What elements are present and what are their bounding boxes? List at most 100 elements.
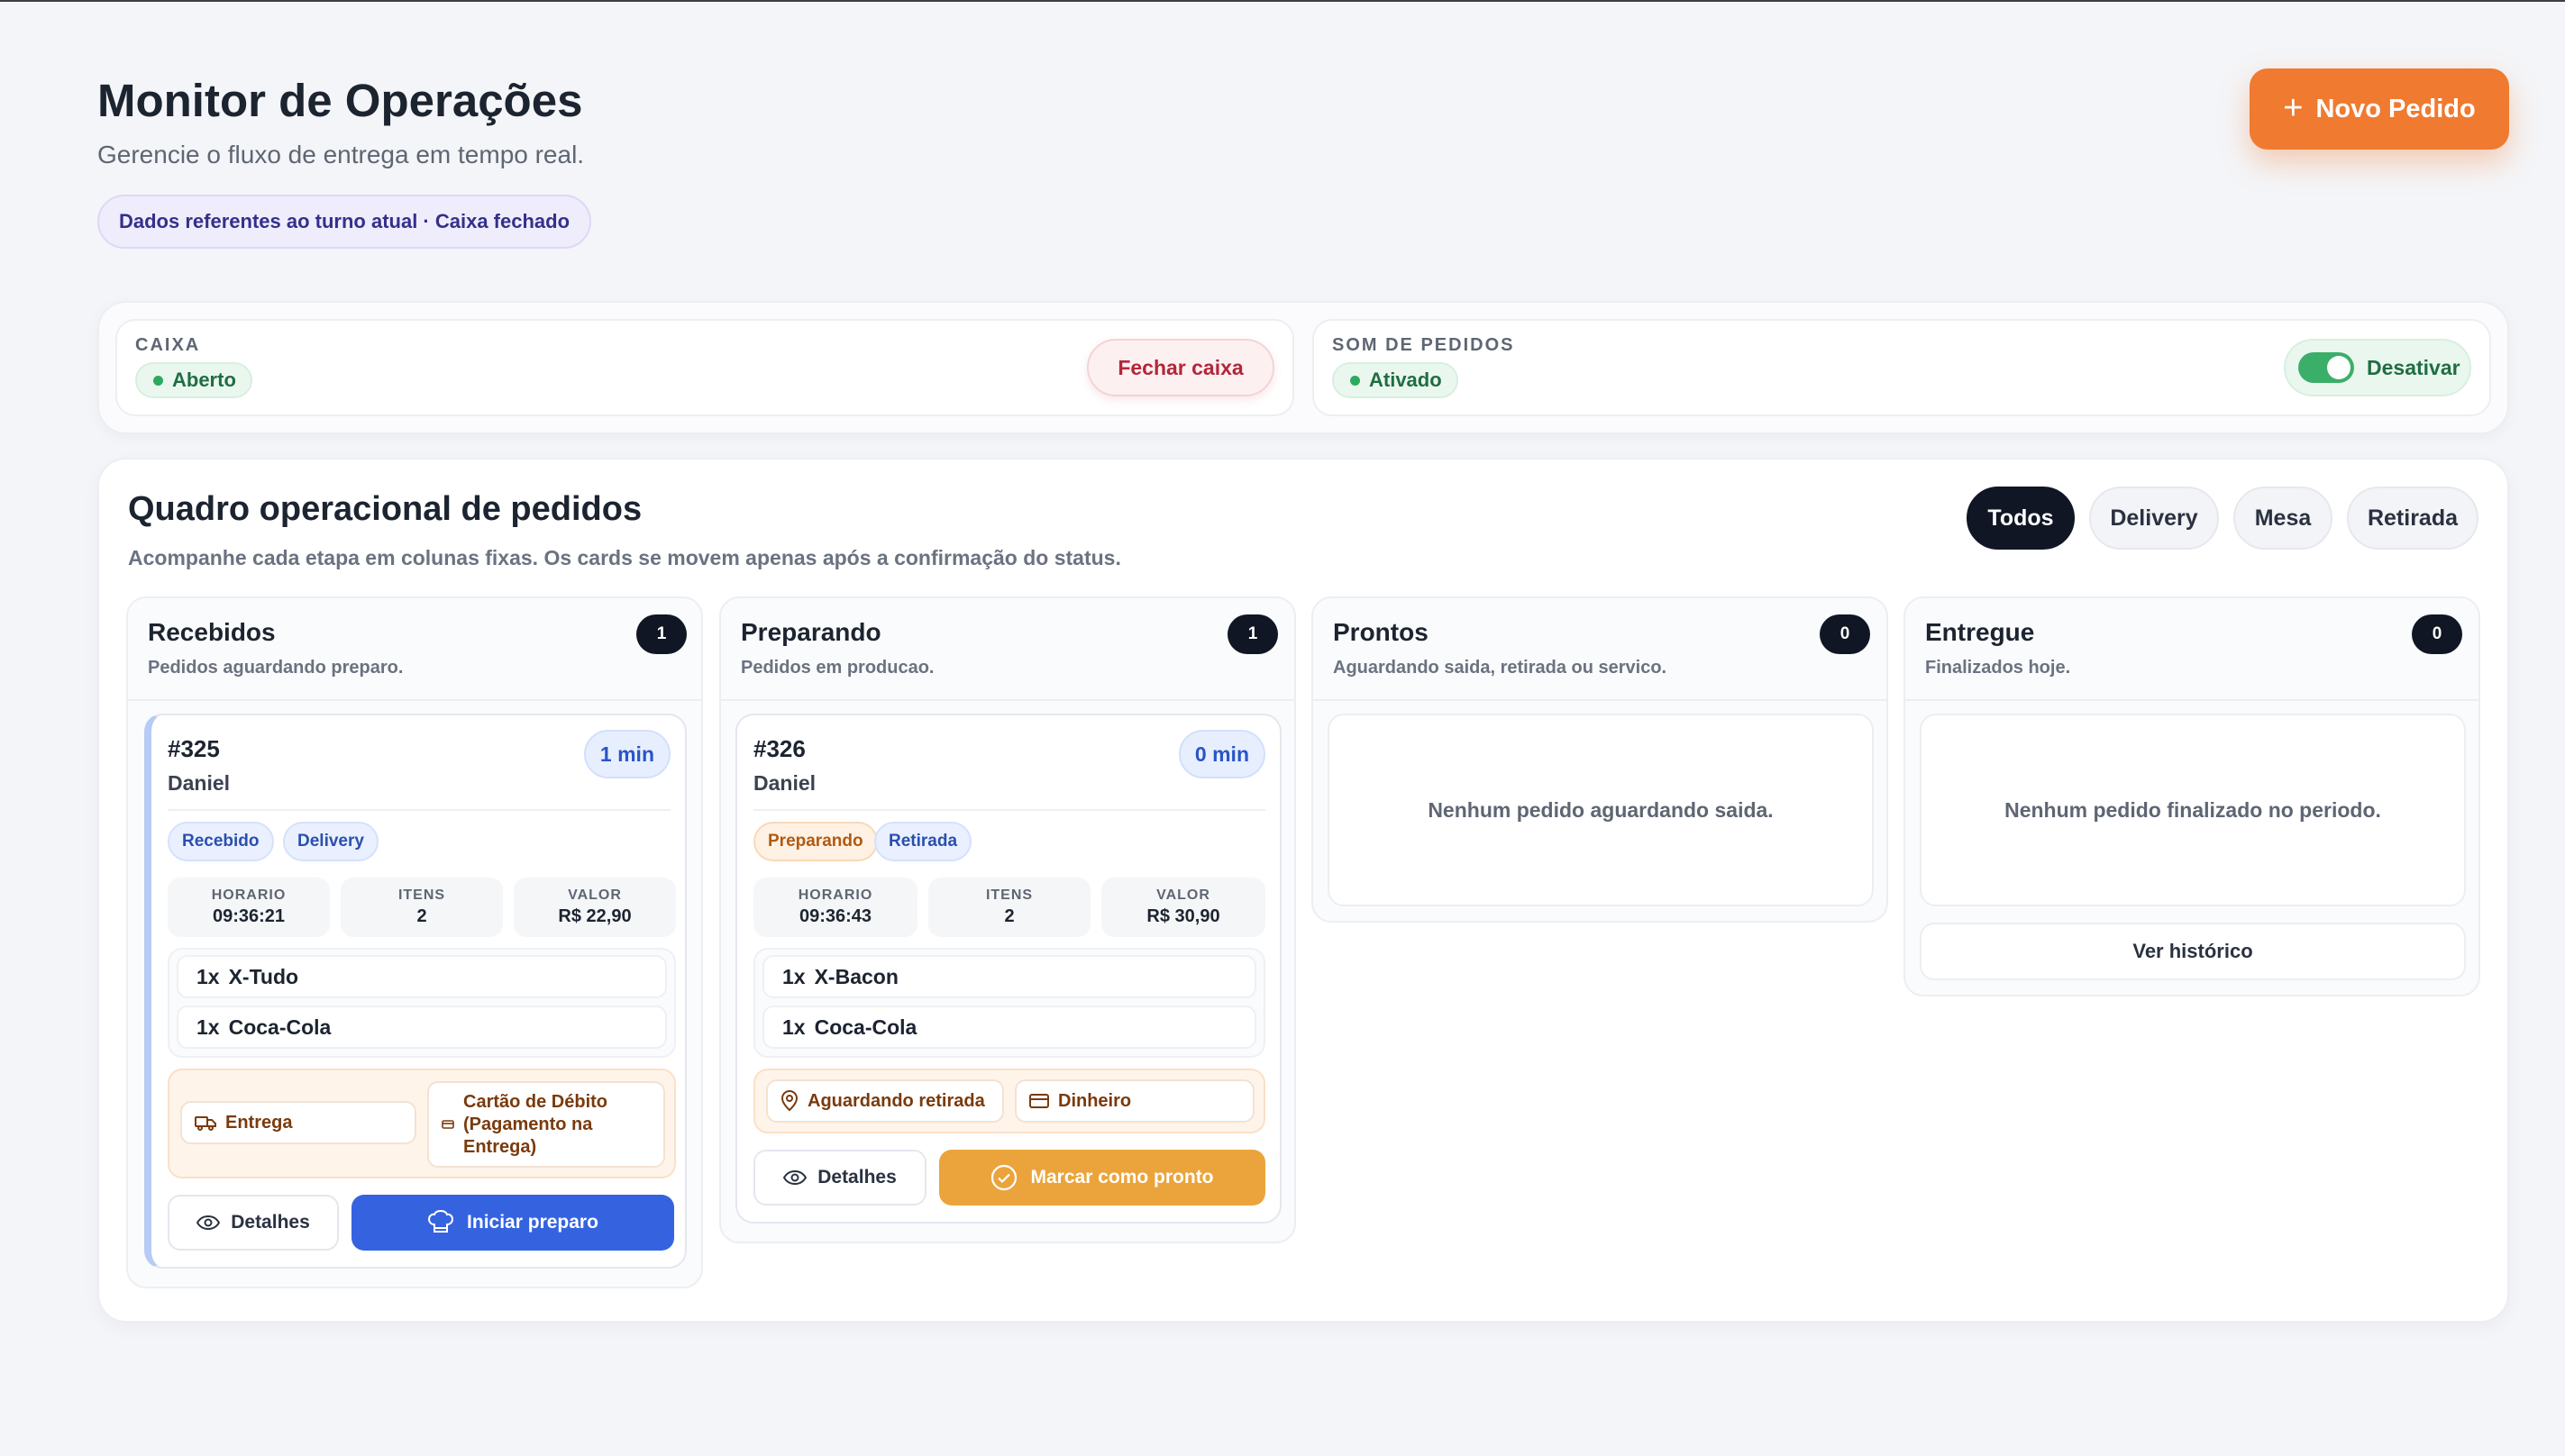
status-tag: Preparando	[753, 822, 878, 861]
item-name: X-Bacon	[814, 964, 899, 988]
empty-state: Nenhum pedido finalizado no periodo.	[1920, 714, 2466, 906]
cash-label: CAIXA	[135, 335, 201, 355]
column-count-badge: 1	[1228, 614, 1278, 654]
payment-info-chip: Cartão de Débito (Pagamento na Entrega)	[427, 1081, 665, 1168]
truck-icon	[195, 1114, 216, 1132]
payment-info-text: Dinheiro	[1058, 1090, 1132, 1111]
column-subtitle: Pedidos em producao.	[741, 658, 935, 678]
sound-toggle-label: Desativar	[2367, 355, 2460, 379]
plus-icon: +	[2283, 88, 2304, 127]
metric-value: 2	[1004, 906, 1015, 926]
column-preparing: Preparando Pedidos em producao. 1 #326 D…	[719, 596, 1296, 1243]
metric-value: 09:36:43	[799, 906, 872, 926]
item-name: Coca-Cola	[228, 1015, 332, 1039]
sound-state: Ativado	[1369, 369, 1442, 391]
start-prep-button[interactable]: Iniciar preparo	[351, 1195, 674, 1251]
metric-time: HORARIO 09:36:43	[753, 878, 917, 937]
eye-icon	[783, 1169, 808, 1186]
eye-icon	[196, 1215, 221, 1231]
status-dot-icon	[1350, 375, 1360, 386]
list-item: 1x X-Bacon	[762, 955, 1256, 998]
details-label: Detalhes	[231, 1212, 310, 1233]
metric-label: ITENS	[985, 887, 1034, 903]
order-card[interactable]: #325 Daniel 1 min Recebido Delivery HORA…	[144, 714, 687, 1269]
column-title: Prontos	[1333, 618, 1429, 646]
payment-info-chip: Dinheiro	[1015, 1079, 1255, 1123]
order-items-list: 1x X-Tudo 1x Coca-Cola	[168, 948, 676, 1058]
elapsed-time-badge: 1 min	[583, 730, 671, 778]
card-divider	[168, 809, 671, 811]
list-item: 1x X-Tudo	[177, 955, 667, 998]
close-cash-button[interactable]: Fechar caixa	[1087, 339, 1274, 396]
metric-label: HORARIO	[798, 887, 873, 903]
pickup-info-text: Aguardando retirada	[808, 1090, 985, 1111]
order-customer: Daniel	[168, 771, 231, 795]
item-name: Coca-Cola	[814, 1015, 917, 1039]
sound-toggle-switch[interactable]	[2298, 352, 2354, 383]
mark-ready-button[interactable]: Marcar como pronto	[939, 1150, 1265, 1206]
order-id: #326	[753, 735, 806, 762]
pickup-info-box: Aguardando retirada Dinheiro	[753, 1069, 1265, 1133]
mark-ready-label: Marcar como pronto	[1030, 1167, 1214, 1188]
cash-status-badge: Aberto	[135, 362, 252, 398]
sound-status-badge: Ativado	[1332, 362, 1458, 398]
elapsed-time-badge: 0 min	[1178, 730, 1265, 778]
map-pin-icon	[780, 1090, 799, 1112]
page-title: Monitor de Operações	[97, 75, 583, 126]
view-history-button[interactable]: Ver histórico	[1920, 923, 2466, 980]
order-card[interactable]: #326 Daniel 0 min Preparando Retirada HO…	[735, 714, 1282, 1224]
pickup-info-chip: Aguardando retirada	[766, 1079, 1004, 1123]
filter-all[interactable]: Todos	[1967, 487, 2075, 550]
column-delivered: Entregue Finalizados hoje. 0 Nenhum pedi…	[1903, 596, 2480, 996]
metric-items: ITENS 2	[341, 878, 503, 937]
metric-value: VALOR R$ 30,90	[1101, 878, 1265, 937]
board-subtitle: Acompanhe cada etapa em colunas fixas. O…	[128, 546, 1121, 569]
order-type-tag: Retirada	[874, 822, 972, 861]
metric-value: R$ 22,90	[558, 906, 632, 926]
column-subtitle: Pedidos aguardando preparo.	[148, 658, 404, 678]
column-subtitle: Finalizados hoje.	[1925, 658, 2071, 678]
item-qty: 1x	[196, 1015, 220, 1039]
column-title: Recebidos	[148, 618, 276, 646]
column-divider	[128, 699, 701, 701]
list-item: 1x Coca-Cola	[177, 1006, 667, 1049]
column-count-badge: 1	[636, 614, 687, 654]
order-type-tag: Delivery	[283, 822, 379, 861]
metric-time: HORARIO 09:36:21	[168, 878, 330, 937]
column-title: Preparando	[741, 618, 881, 646]
column-title: Entregue	[1925, 618, 2035, 646]
filter-delivery[interactable]: Delivery	[2089, 487, 2219, 550]
new-order-button[interactable]: + Novo Pedido	[2250, 68, 2509, 150]
metric-label: HORARIO	[211, 887, 287, 903]
details-button[interactable]: Detalhes	[753, 1150, 927, 1206]
column-count-badge: 0	[2412, 614, 2462, 654]
start-prep-label: Iniciar preparo	[467, 1212, 598, 1233]
check-circle-icon	[990, 1164, 1018, 1191]
metric-value: VALOR R$ 22,90	[514, 878, 676, 937]
column-received: Recebidos Pedidos aguardando preparo. 1 …	[126, 596, 703, 1288]
list-item: 1x Coca-Cola	[762, 1006, 1256, 1049]
filter-pickup[interactable]: Retirada	[2347, 487, 2478, 550]
item-qty: 1x	[196, 964, 220, 988]
item-name: X-Tudo	[228, 964, 299, 988]
details-button[interactable]: Detalhes	[168, 1195, 339, 1251]
board-title: Quadro operacional de pedidos	[128, 490, 643, 528]
delivery-info-chip: Entrega	[180, 1101, 416, 1144]
metric-label: VALOR	[1156, 887, 1210, 903]
new-order-label: Novo Pedido	[2315, 94, 2476, 123]
cash-state: Aberto	[172, 369, 236, 391]
item-qty: 1x	[782, 1015, 806, 1039]
sound-toggle-button[interactable]: Desativar	[2284, 339, 2471, 396]
payment-info-text: Cartão de Débito (Pagamento na Entrega)	[463, 1091, 608, 1157]
sound-label: SOM DE PEDIDOS	[1332, 335, 1515, 355]
column-divider	[1313, 699, 1886, 701]
item-qty: 1x	[782, 964, 806, 988]
card-icon	[442, 1119, 454, 1130]
order-id: #325	[168, 735, 220, 762]
metric-label: VALOR	[568, 887, 622, 903]
page-subtitle: Gerencie o fluxo de entrega em tempo rea…	[97, 141, 585, 168]
card-icon	[1029, 1093, 1049, 1109]
toggle-knob	[2327, 356, 2350, 379]
metric-value: 2	[416, 906, 427, 926]
filter-table[interactable]: Mesa	[2233, 487, 2332, 550]
